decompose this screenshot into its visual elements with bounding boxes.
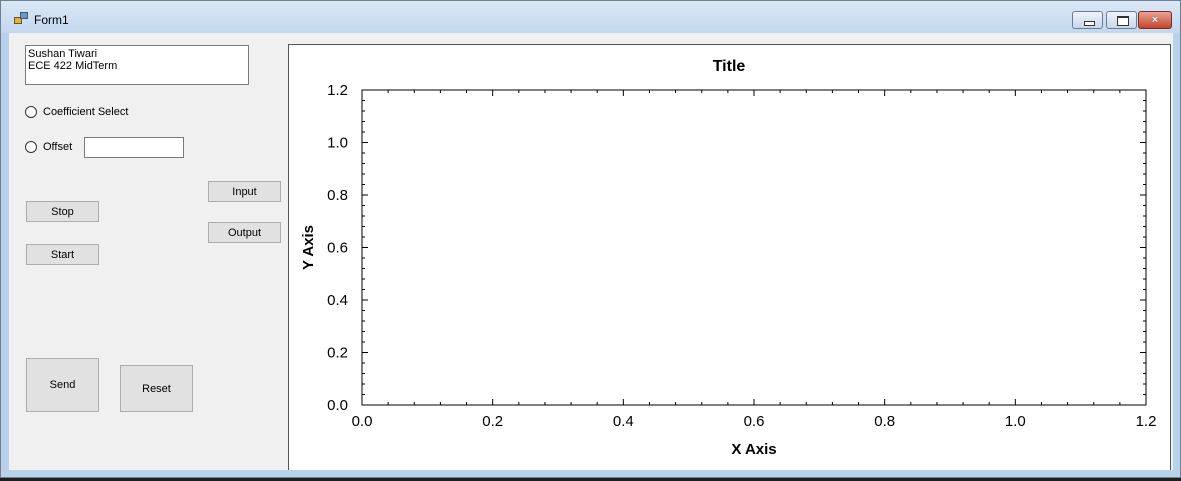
close-button[interactable]: × bbox=[1138, 11, 1172, 29]
offset-input[interactable] bbox=[84, 137, 184, 158]
y-tick-label: 1.2 bbox=[327, 82, 348, 99]
x-tick-label: 0.0 bbox=[352, 413, 373, 430]
chart-title: Title bbox=[713, 58, 746, 75]
textbox-line-name: Sushan Tiwari bbox=[28, 48, 98, 60]
y-axis-label: Y Axis bbox=[300, 225, 317, 270]
x-tick-label: 0.4 bbox=[613, 413, 634, 430]
x-tick-label: 0.8 bbox=[874, 413, 895, 430]
maximize-button[interactable] bbox=[1106, 11, 1137, 29]
y-tick-label: 0.0 bbox=[327, 397, 348, 414]
reset-button[interactable]: Reset bbox=[120, 365, 193, 412]
chart-panel: 0.0 0.2 0.4 0.6 0.8 1.0 1.2 0.0 0.2 0.4 0.6 0.8 1.0 1… bbox=[288, 44, 1171, 470]
start-button[interactable]: Start bbox=[26, 244, 99, 265]
offset-label: Offset bbox=[43, 141, 73, 153]
y-tick-label: 0.2 bbox=[327, 345, 348, 362]
x-tick-label: 1.2 bbox=[1136, 413, 1157, 430]
minimize-button[interactable] bbox=[1072, 11, 1103, 29]
y-tick-label: 1.0 bbox=[327, 135, 348, 152]
app-window: Form1 × Sushan Tiwari ECE 422 MidTerm Co… bbox=[0, 0, 1181, 478]
coefficient-select-label: Coefficient Select bbox=[43, 106, 129, 118]
window-title: Form1 bbox=[34, 13, 69, 27]
coefficient-select-radio[interactable] bbox=[25, 106, 37, 118]
form-client-area: Sushan Tiwari ECE 422 MidTerm Coefficien… bbox=[9, 33, 1173, 470]
app-icon bbox=[14, 12, 28, 24]
close-icon: × bbox=[1151, 14, 1159, 26]
x-tick-label: 0.2 bbox=[482, 413, 503, 430]
input-button[interactable]: Input bbox=[208, 181, 281, 202]
chart-svg: 0.0 0.2 0.4 0.6 0.8 1.0 1.2 0.0 0.2 0.4 0.6 0.8 1.0 1… bbox=[300, 58, 1157, 458]
stop-button[interactable]: Stop bbox=[26, 201, 99, 222]
plot-area-frame bbox=[361, 89, 1147, 406]
maximize-icon bbox=[1117, 16, 1129, 26]
output-button[interactable]: Output bbox=[208, 222, 281, 243]
y-tick-label: 0.4 bbox=[327, 292, 348, 309]
offset-radio[interactable] bbox=[25, 141, 37, 153]
title-bar[interactable]: Form1 × bbox=[1, 1, 1180, 33]
x-tick-label: 0.6 bbox=[744, 413, 765, 430]
y-tick-label: 0.8 bbox=[327, 187, 348, 204]
x-tick-label: 1.0 bbox=[1005, 413, 1026, 430]
send-button[interactable]: Send bbox=[26, 358, 99, 412]
y-tick-label: 0.6 bbox=[327, 240, 348, 257]
textbox-line-course: ECE 422 MidTerm bbox=[28, 60, 118, 72]
minimize-icon bbox=[1084, 21, 1095, 26]
x-axis-label: X Axis bbox=[731, 441, 776, 458]
info-textbox[interactable]: Sushan Tiwari ECE 422 MidTerm bbox=[25, 45, 249, 85]
